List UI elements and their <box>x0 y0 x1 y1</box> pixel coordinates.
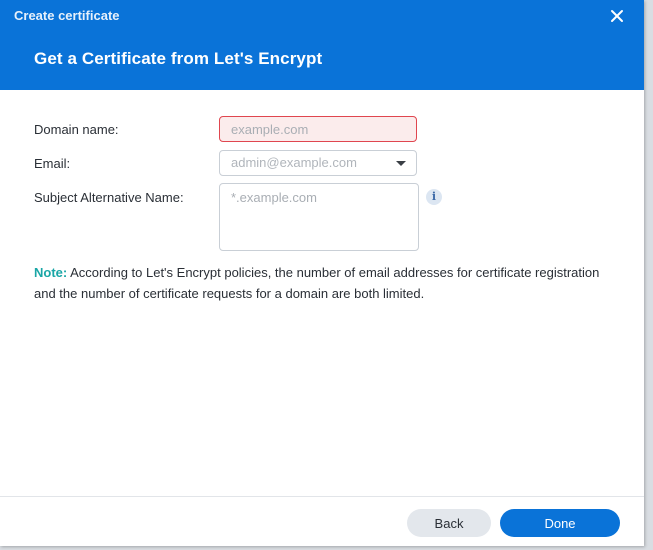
window-title: Create certificate <box>14 8 120 23</box>
dialog-footer: Back Done <box>0 496 644 546</box>
note-body: According to Let's Encrypt policies, the… <box>34 265 600 301</box>
create-certificate-dialog: Create certificate Get a Certificate fro… <box>0 0 644 546</box>
note-text: Note: According to Let's Encrypt policie… <box>34 262 624 304</box>
domain-name-input[interactable] <box>219 116 417 142</box>
subject-alternative-name-input[interactable] <box>219 183 419 251</box>
dialog-body: Domain name: Email: admin@example.com Su… <box>0 90 644 496</box>
done-button[interactable]: Done <box>500 509 620 537</box>
close-button[interactable] <box>608 7 626 25</box>
subject-alternative-name-label: Subject Alternative Name: <box>34 190 184 205</box>
email-select[interactable]: admin@example.com <box>219 150 417 176</box>
domain-name-label: Domain name: <box>34 122 119 137</box>
note-prefix: Note: <box>34 265 68 280</box>
dialog-header: Create certificate Get a Certificate fro… <box>0 0 644 90</box>
email-label: Email: <box>34 156 71 171</box>
chevron-down-icon <box>396 161 406 166</box>
info-icon[interactable]: i <box>426 189 442 205</box>
back-button[interactable]: Back <box>407 509 491 537</box>
email-select-value: admin@example.com <box>231 155 357 170</box>
close-icon <box>611 10 623 22</box>
page-title: Get a Certificate from Let's Encrypt <box>34 49 323 68</box>
